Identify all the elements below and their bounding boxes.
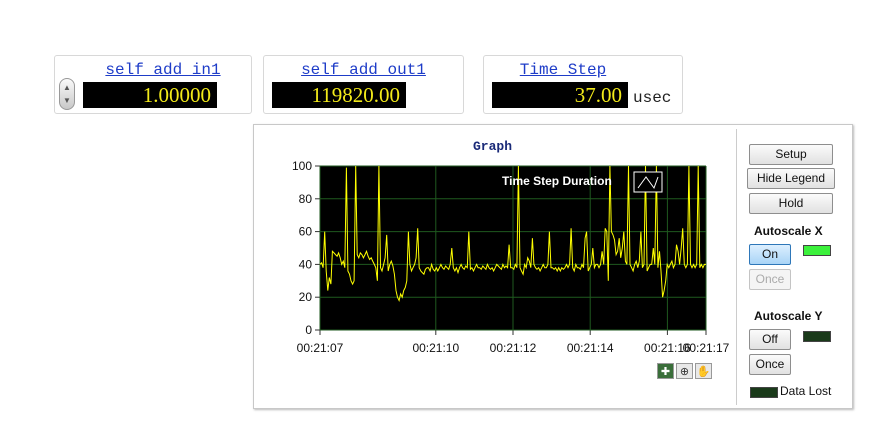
x-tick-label: 00:21:10 — [412, 341, 459, 355]
data-lost-label: Data Lost — [780, 384, 832, 398]
increment-stepper[interactable]: ▲ ▼ — [59, 78, 75, 110]
y-tick-label: 100 — [292, 159, 312, 173]
autoscale-x-label: Autoscale X — [754, 224, 823, 238]
time-step-control: Time Step 37.00 usec — [483, 55, 683, 114]
panel-divider — [736, 129, 737, 405]
cursor-tool-icon[interactable]: ✚ — [657, 363, 674, 379]
graph-panel: Graph 0 20 40 60 80 100 00:21:07 00:21:10 00:21… — [253, 124, 853, 409]
x-tick-label: 00:21:07 — [297, 341, 344, 355]
self-add-in1-control: self add in1 ▲ ▼ 1.00000 — [54, 55, 252, 114]
autoscale-y-label: Autoscale Y — [754, 309, 823, 323]
setup-button[interactable]: Setup — [749, 144, 833, 165]
hide-legend-button[interactable]: Hide Legend — [747, 168, 835, 189]
y-tick-label: 40 — [299, 257, 313, 271]
autoscale-x-on-button[interactable]: On — [749, 244, 791, 265]
time-step-label: Time Step — [519, 61, 607, 79]
y-tick-label: 0 — [305, 323, 312, 337]
self-add-out1-label: self add out1 — [301, 61, 426, 79]
hold-button[interactable]: Hold — [749, 193, 833, 214]
legend-label: Time Step Duration — [502, 174, 612, 188]
time-step-value: 37.00 — [492, 82, 628, 108]
decrement-arrow-icon[interactable]: ▼ — [63, 97, 71, 105]
time-step-unit: usec — [633, 89, 672, 107]
x-tick-label: 00:21:17 — [683, 341, 730, 355]
self-add-in1-label: self add in1 — [105, 61, 221, 79]
x-tick-label: 00:21:12 — [490, 341, 537, 355]
y-tick-label: 60 — [299, 225, 313, 239]
zoom-tool-icon[interactable]: ⊕ — [676, 363, 693, 379]
legend-swatch — [633, 171, 663, 193]
autoscale-y-led — [803, 331, 831, 342]
self-add-out1-value: 119820.00 — [272, 82, 406, 108]
increment-arrow-icon[interactable]: ▲ — [63, 84, 71, 92]
waveform-chart[interactable]: 0 20 40 60 80 100 00:21:07 00:21:10 00:21:12 00:… — [254, 125, 730, 360]
autoscale-y-off-button[interactable]: Off — [749, 329, 791, 350]
self-add-in1-value[interactable]: 1.00000 — [83, 82, 217, 108]
self-add-out1-control: self add out1 119820.00 — [263, 55, 464, 114]
y-tick-label: 20 — [299, 290, 313, 304]
pan-hand-icon[interactable]: ✋ — [695, 363, 712, 379]
x-tick-label: 00:21:14 — [567, 341, 614, 355]
data-lost-led — [750, 387, 778, 398]
autoscale-x-led — [803, 245, 831, 256]
autoscale-y-once-button[interactable]: Once — [749, 354, 791, 375]
autoscale-x-once-button[interactable]: Once — [749, 269, 791, 290]
y-tick-label: 80 — [299, 192, 313, 206]
